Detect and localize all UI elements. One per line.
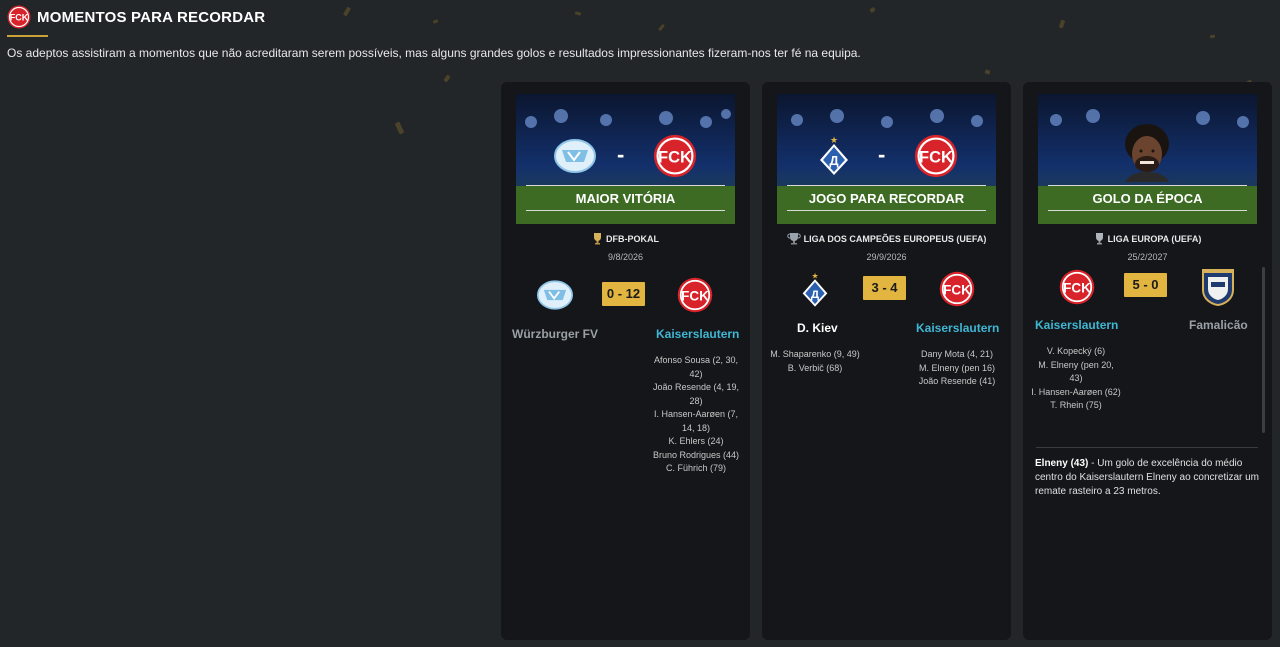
away-scorers: Afonso Sousa (2, 30, 42) João Resende (4… bbox=[648, 354, 744, 476]
page-header: FCK MOMENTOS PARA RECORDAR Os adeptos as… bbox=[0, 0, 1280, 60]
home-team-name[interactable]: D. Kiev bbox=[797, 321, 838, 335]
svg-text:★: ★ bbox=[811, 271, 818, 280]
scorer[interactable]: Bruno Rodrigues (44) bbox=[648, 449, 744, 463]
away-scorers: Dany Mota (4, 21) M. Elneny (pen 16) Joã… bbox=[911, 348, 1003, 389]
scorer[interactable]: Dany Mota (4, 21) bbox=[911, 348, 1003, 362]
away-team-name[interactable]: Famalicão bbox=[1189, 318, 1248, 332]
moment-card-memorable-match[interactable]: ★ Д - FCK JOGO PARA RECORDAR LIGA DOS CA… bbox=[762, 82, 1011, 640]
competition-name: DFB-POKAL bbox=[606, 234, 659, 244]
svg-text:FCK: FCK bbox=[658, 148, 692, 166]
home-scorers: V. Kopecký (6) M. Elneny (pen 20, 43) I.… bbox=[1031, 345, 1121, 413]
wurzburger-fv-crest-icon[interactable] bbox=[537, 277, 573, 313]
away-team-name[interactable]: Kaiserslautern bbox=[656, 327, 739, 341]
scorer[interactable]: I. Hansen-Aarøen (62) bbox=[1031, 386, 1121, 400]
page-subtitle: Os adeptos assistiram a momentos que não… bbox=[7, 46, 861, 60]
scorer[interactable]: T. Rhein (75) bbox=[1031, 399, 1121, 413]
match-date: 25/2/2027 bbox=[1127, 252, 1168, 262]
svg-text:Д: Д bbox=[811, 289, 819, 301]
scorer[interactable]: João Resende (4, 19, 28) bbox=[648, 381, 744, 408]
competition-name: LIGA DOS CAMPEÕES EUROPEUS (UEFA) bbox=[803, 234, 987, 244]
match-score[interactable]: 0 - 12 bbox=[602, 282, 645, 306]
card-title: MAIOR VITÓRIA bbox=[575, 191, 676, 206]
goal-description: Elneny (43) - Um golo de excelência do m… bbox=[1035, 457, 1260, 499]
svg-text:FCK: FCK bbox=[681, 288, 709, 303]
match-date: 29/9/2026 bbox=[866, 252, 907, 262]
scorer[interactable]: B. Verbič (68) bbox=[770, 362, 860, 376]
card-title: GOLO DA ÉPOCA bbox=[1092, 191, 1203, 206]
scrollbar[interactable] bbox=[1262, 267, 1265, 433]
versus-dash: - bbox=[617, 142, 625, 167]
confetti bbox=[394, 121, 405, 135]
card-banner: ★ Д - FCK JOGO PARA RECORDAR bbox=[777, 94, 996, 224]
fck-crest-icon: FCK bbox=[653, 134, 697, 178]
fck-crest-icon[interactable]: FCK bbox=[939, 271, 975, 307]
scorer[interactable]: João Resende (41) bbox=[911, 375, 1003, 389]
dynamo-kiev-crest-icon[interactable]: ★ Д bbox=[800, 270, 830, 308]
fck-crest-icon: FCK bbox=[914, 134, 958, 178]
card-banner: GOLO DA ÉPOCA bbox=[1038, 94, 1257, 224]
confetti bbox=[443, 74, 451, 83]
dynamo-kiev-crest-icon: ★ Д bbox=[820, 136, 848, 175]
scorer[interactable]: Afonso Sousa (2, 30, 42) bbox=[648, 354, 744, 381]
match-score[interactable]: 3 - 4 bbox=[863, 276, 906, 300]
banner-line-top bbox=[787, 185, 986, 186]
trophy-icon bbox=[594, 233, 601, 245]
card-title: JOGO PARA RECORDAR bbox=[808, 191, 965, 206]
scorer[interactable]: C. Führich (79) bbox=[648, 462, 744, 476]
competition-row: LIGA DOS CAMPEÕES EUROPEUS (UEFA) bbox=[762, 232, 1011, 245]
page-title: MOMENTOS PARA RECORDAR bbox=[37, 9, 266, 26]
versus-dash: - bbox=[878, 142, 886, 167]
fck-crest-icon: FCK bbox=[7, 5, 31, 29]
svg-text:FCK: FCK bbox=[10, 13, 29, 23]
divider bbox=[1036, 447, 1258, 448]
fck-crest-icon[interactable]: FCK bbox=[1059, 269, 1095, 305]
banner-line-bottom bbox=[526, 210, 725, 211]
svg-text:FCK: FCK bbox=[943, 282, 971, 297]
moment-card-goal-of-season[interactable]: GOLO DA ÉPOCA LIGA EUROPA (UEFA) 25/2/20… bbox=[1023, 82, 1272, 640]
wurzburger-fv-crest-icon bbox=[554, 139, 596, 173]
banner-line-top bbox=[1048, 185, 1247, 186]
scorer[interactable]: I. Hansen-Aarøen (7, 14, 18) bbox=[648, 408, 744, 435]
scorer[interactable]: M. Elneny (pen 16) bbox=[911, 362, 1003, 376]
scorer[interactable]: K. Ehlers (24) bbox=[648, 435, 744, 449]
competition-name: LIGA EUROPA (UEFA) bbox=[1107, 234, 1202, 244]
banner-line-bottom bbox=[1048, 210, 1247, 211]
trophy-icon bbox=[1095, 233, 1103, 245]
home-team-name[interactable]: Würzburger FV bbox=[512, 327, 598, 341]
moment-card-biggest-win[interactable]: - FCK MAIOR VITÓRIA DFB-POKAL 9/8/2026 0… bbox=[501, 82, 750, 640]
match-score[interactable]: 5 - 0 bbox=[1124, 273, 1167, 297]
away-team-name[interactable]: Kaiserslautern bbox=[916, 321, 999, 335]
famalicao-crest-icon[interactable] bbox=[1200, 268, 1236, 306]
player-photo bbox=[1125, 124, 1169, 182]
competition-row: LIGA EUROPA (UEFA) bbox=[1023, 232, 1272, 245]
svg-text:Д: Д bbox=[829, 153, 839, 168]
competition-row: DFB-POKAL bbox=[501, 232, 750, 245]
svg-text:FCK: FCK bbox=[919, 148, 953, 166]
card-banner: - FCK MAIOR VITÓRIA bbox=[516, 94, 735, 224]
title-underline bbox=[7, 35, 48, 37]
banner-line-bottom bbox=[787, 210, 986, 211]
fck-crest-icon[interactable]: FCK bbox=[677, 277, 713, 313]
banner-line-top bbox=[526, 185, 725, 186]
home-scorers: M. Shaparenko (9, 49) B. Verbič (68) bbox=[770, 348, 860, 375]
confetti bbox=[984, 69, 991, 75]
match-date: 9/8/2026 bbox=[607, 252, 644, 262]
scorer[interactable]: M. Shaparenko (9, 49) bbox=[770, 348, 860, 362]
goal-scorer[interactable]: Elneny (43) bbox=[1035, 458, 1088, 469]
svg-text:FCK: FCK bbox=[1063, 280, 1091, 295]
home-team-name[interactable]: Kaiserslautern bbox=[1035, 318, 1118, 332]
trophy-icon bbox=[786, 233, 801, 245]
scorer[interactable]: M. Elneny (pen 20, 43) bbox=[1031, 359, 1121, 386]
scorer[interactable]: V. Kopecký (6) bbox=[1031, 345, 1121, 359]
